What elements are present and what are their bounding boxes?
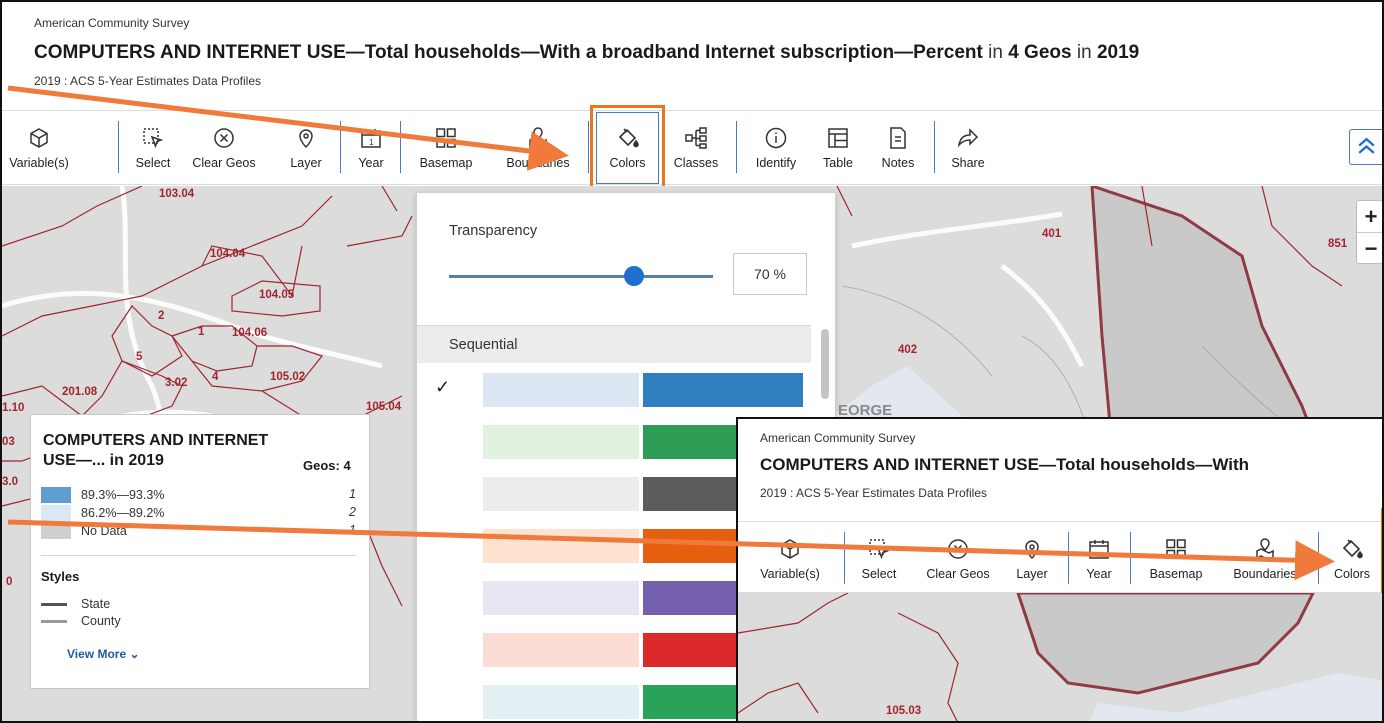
arrow-to-inset-colors — [7, 519, 1335, 581]
app-window: American Community Survey COMPUTERS AND … — [0, 0, 1384, 723]
annotation-arrows — [7, 85, 1335, 581]
arrow-to-colors-button — [7, 85, 569, 171]
